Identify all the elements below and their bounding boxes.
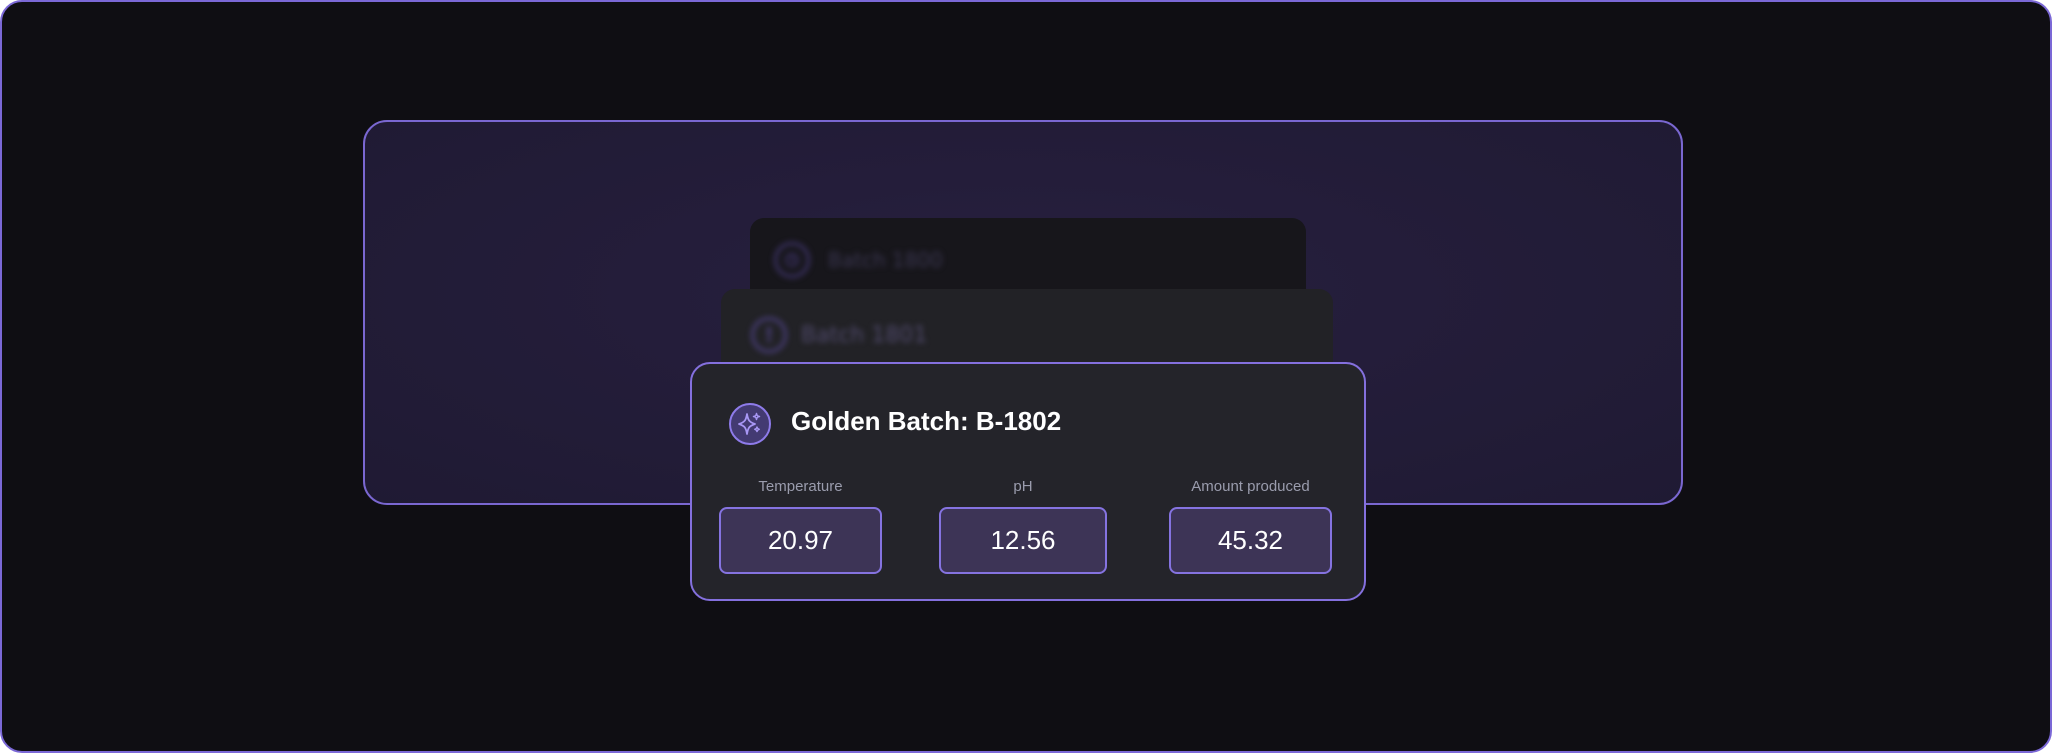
- batch-label: Batch 1800: [828, 248, 943, 272]
- metric-amount-produced: Amount produced 45.32: [1169, 476, 1332, 574]
- clock-icon: [774, 242, 810, 278]
- metric-temperature: Temperature 20.97: [719, 476, 882, 574]
- batch-label: Batch 1801: [801, 322, 928, 348]
- metric-value: 45.32: [1169, 507, 1332, 574]
- metric-label: Temperature: [758, 478, 843, 495]
- metric-value: 12.56: [939, 507, 1107, 574]
- sparkle-icon: [729, 403, 771, 445]
- golden-batch-card: Golden Batch: B-1802 Temperature 20.97 p…: [690, 362, 1366, 601]
- alert-icon: !: [751, 317, 787, 353]
- batch-card-row: Batch 1800: [774, 242, 943, 278]
- metric-value: 20.97: [719, 507, 882, 574]
- app-frame: Batch 1800 ! Batch 1801 Golden Batch: B-…: [0, 0, 2052, 753]
- card-title: Golden Batch: B-1802: [791, 406, 1062, 436]
- metric-label: pH: [1013, 478, 1033, 495]
- metric-label: Amount produced: [1191, 478, 1310, 495]
- metric-ph: pH 12.56: [939, 476, 1107, 574]
- batch-card-row: ! Batch 1801: [751, 317, 927, 353]
